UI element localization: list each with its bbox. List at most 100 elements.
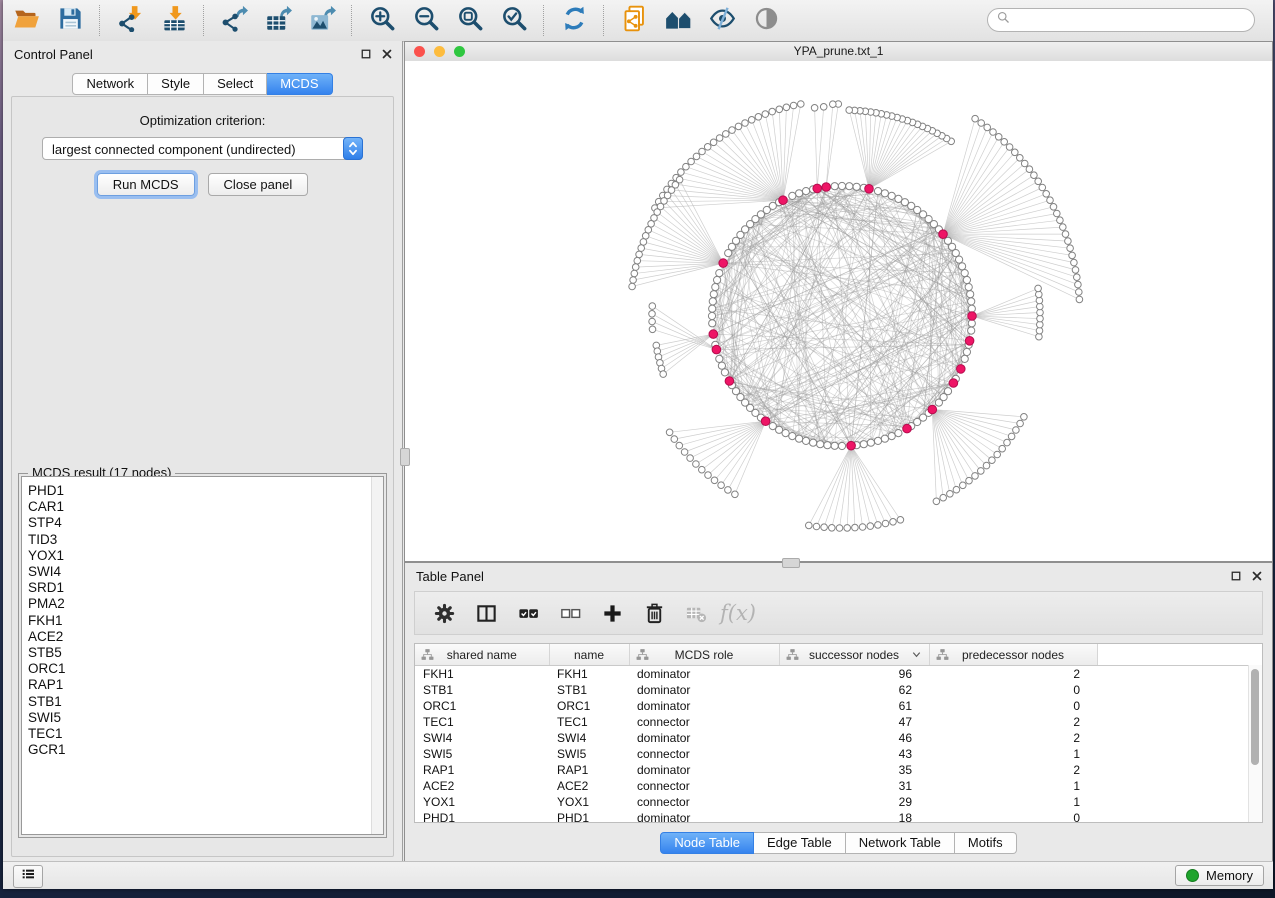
mcds-result-item[interactable]: TID3	[28, 532, 383, 548]
mcds-result-item[interactable]: STB5	[28, 645, 383, 661]
mcds-result-item[interactable]: SWI4	[28, 564, 383, 580]
memory-button[interactable]: Memory	[1175, 865, 1264, 886]
table-cell[interactable]: 18	[779, 810, 929, 823]
table-row[interactable]: ACE2ACE2connector311	[415, 778, 1262, 794]
table-cell[interactable]: FKH1	[415, 666, 549, 683]
tab-mcds[interactable]: MCDS	[267, 73, 332, 95]
mcds-result-scrollbar[interactable]	[371, 477, 383, 834]
share-document-button[interactable]	[617, 4, 651, 38]
table-cell[interactable]: connector	[629, 746, 779, 762]
vertical-splitter-handle[interactable]	[400, 448, 410, 466]
table-cell[interactable]: 61	[779, 698, 929, 714]
table-cell[interactable]: ORC1	[415, 698, 549, 714]
table-row[interactable]: FKH1FKH1dominator962	[415, 666, 1262, 683]
close-panel-icon[interactable]	[1251, 569, 1263, 587]
table-cell[interactable]: 62	[779, 682, 929, 698]
table-cell[interactable]: connector	[629, 778, 779, 794]
mcds-result-item[interactable]: PMA2	[28, 596, 383, 612]
open-folder-button[interactable]	[9, 4, 43, 38]
mcds-result-item[interactable]: YOX1	[28, 548, 383, 564]
table-cell[interactable]: ACE2	[415, 778, 549, 794]
table-cell[interactable]: PHD1	[415, 810, 549, 823]
zoom-in-button[interactable]	[365, 4, 399, 38]
network-canvas[interactable]	[405, 61, 1272, 561]
table-cell[interactable]: 43	[779, 746, 929, 762]
table-cell[interactable]: YOX1	[415, 794, 549, 810]
table-cell[interactable]: STB1	[415, 682, 549, 698]
window-close-icon[interactable]	[414, 46, 425, 57]
tab-select[interactable]: Select	[204, 73, 267, 95]
select-stepper-icon[interactable]	[343, 137, 363, 160]
table-cell[interactable]: SWI5	[549, 746, 629, 762]
table-cell[interactable]: STB1	[549, 682, 629, 698]
mcds-result-item[interactable]: STP4	[28, 515, 383, 531]
close-panel-icon[interactable]	[381, 47, 393, 65]
mcds-result-item[interactable]: FKH1	[28, 613, 383, 629]
table-cell[interactable]: connector	[629, 794, 779, 810]
column-header-shared-name[interactable]: shared name	[415, 644, 549, 666]
column-header-name[interactable]: name	[549, 644, 629, 666]
table-cell[interactable]: YOX1	[549, 794, 629, 810]
table-cell[interactable]: 31	[779, 778, 929, 794]
table-cell[interactable]: 2	[929, 762, 1097, 778]
search-box[interactable]	[987, 8, 1255, 32]
table-cell[interactable]: 2	[929, 666, 1097, 683]
save-button[interactable]	[53, 4, 87, 38]
table-scrollbar-thumb[interactable]	[1251, 669, 1259, 765]
mcds-result-item[interactable]: GCR1	[28, 742, 383, 758]
table-row[interactable]: RAP1RAP1dominator352	[415, 762, 1262, 778]
import-table-button[interactable]	[157, 4, 191, 38]
table-cell[interactable]: connector	[629, 714, 779, 730]
deselect-all-icon[interactable]	[557, 600, 583, 626]
table-cell[interactable]: 1	[929, 746, 1097, 762]
zoom-out-button[interactable]	[409, 4, 443, 38]
table-row[interactable]: SWI4SWI4dominator462	[415, 730, 1262, 746]
mcds-result-item[interactable]: ORC1	[28, 661, 383, 677]
table-cell[interactable]: ACE2	[549, 778, 629, 794]
tab-network-table[interactable]: Network Table	[846, 832, 955, 854]
zoom-selected-button[interactable]	[497, 4, 531, 38]
mcds-result-item[interactable]: STB1	[28, 694, 383, 710]
mcds-result-item[interactable]: PHD1	[28, 483, 383, 499]
export-table-button[interactable]	[261, 4, 295, 38]
mcds-result-item[interactable]: TEC1	[28, 726, 383, 742]
table-scrollbar[interactable]	[1248, 665, 1262, 822]
table-cell[interactable]: dominator	[629, 666, 779, 683]
float-panel-icon[interactable]	[1230, 569, 1242, 587]
table-cell[interactable]: dominator	[629, 762, 779, 778]
table-cell[interactable]: 0	[929, 698, 1097, 714]
table-cell[interactable]: TEC1	[415, 714, 549, 730]
close-panel-button[interactable]: Close panel	[208, 173, 309, 196]
mcds-result-item[interactable]: CAR1	[28, 499, 383, 515]
table-cell[interactable]: 0	[929, 682, 1097, 698]
table-cell[interactable]: SWI4	[549, 730, 629, 746]
column-header-successor-nodes[interactable]: successor nodes	[779, 644, 929, 666]
import-network-button[interactable]	[113, 4, 147, 38]
mcds-result-item[interactable]: RAP1	[28, 677, 383, 693]
table-row[interactable]: ORC1ORC1dominator610	[415, 698, 1262, 714]
network-window-titlebar[interactable]: YPA_prune.txt_1	[405, 42, 1272, 62]
table-cell[interactable]: 29	[779, 794, 929, 810]
table-cell[interactable]: dominator	[629, 698, 779, 714]
table-cell[interactable]: 46	[779, 730, 929, 746]
table-cell[interactable]: FKH1	[549, 666, 629, 683]
table-row[interactable]: SWI5SWI5connector431	[415, 746, 1262, 762]
run-mcds-button[interactable]: Run MCDS	[97, 173, 195, 196]
tab-motifs[interactable]: Motifs	[955, 832, 1017, 854]
horizontal-splitter-handle[interactable]	[782, 558, 800, 568]
table-cell[interactable]: dominator	[629, 682, 779, 698]
zoom-fit-button[interactable]	[453, 4, 487, 38]
optimization-criterion-select[interactable]: largest connected component (undirected)	[42, 137, 363, 160]
export-image-button[interactable]	[305, 4, 339, 38]
table-cell[interactable]: SWI4	[415, 730, 549, 746]
vizmapper-button[interactable]	[705, 4, 739, 38]
delete-icon[interactable]	[641, 600, 667, 626]
table-cell[interactable]: dominator	[629, 810, 779, 823]
search-input[interactable]	[1015, 10, 1254, 30]
column-header-MCDS-role[interactable]: MCDS role	[629, 644, 779, 666]
table-cell[interactable]: dominator	[629, 730, 779, 746]
table-cell[interactable]: RAP1	[415, 762, 549, 778]
add-icon[interactable]	[599, 600, 625, 626]
table-cell[interactable]: TEC1	[549, 714, 629, 730]
mcds-result-item[interactable]: SRD1	[28, 580, 383, 596]
